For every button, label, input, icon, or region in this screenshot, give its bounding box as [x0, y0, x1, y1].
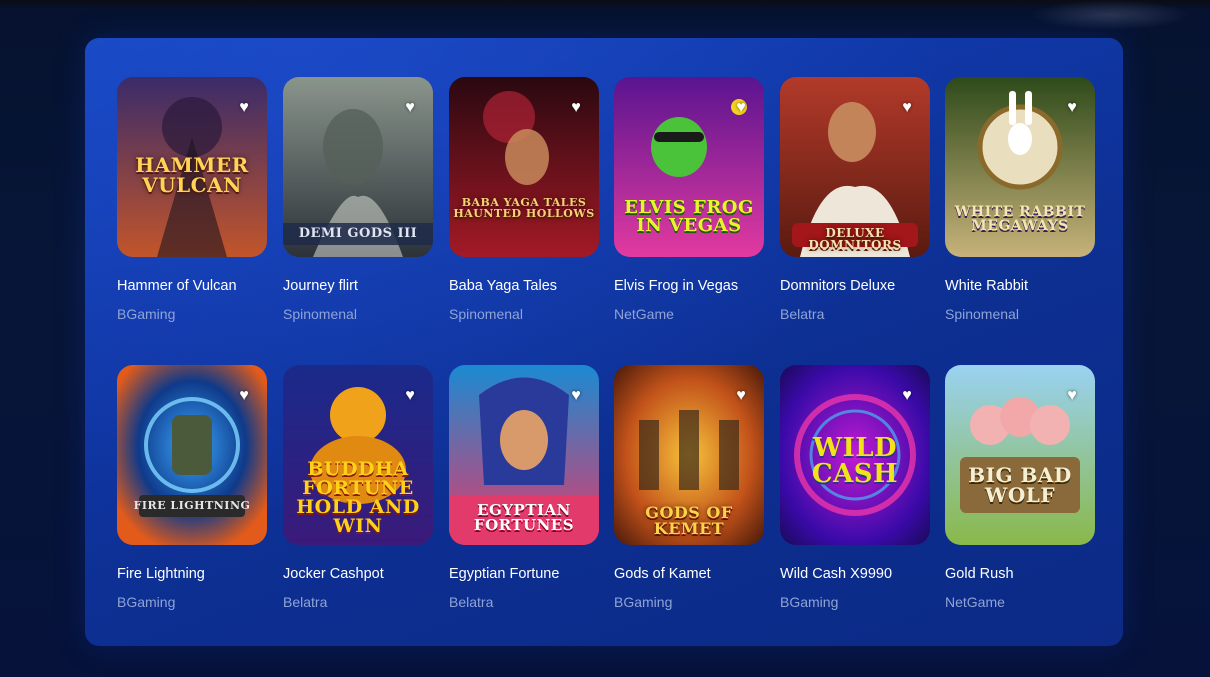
game-provider: BGaming — [780, 594, 839, 610]
game-provider: Spinomenal — [945, 306, 1019, 322]
heart-icon[interactable]: ♥ — [567, 387, 585, 405]
game-title[interactable]: Wild Cash X9990 — [780, 566, 950, 582]
game-title[interactable]: Hammer of Vulcan — [117, 278, 287, 294]
game-title[interactable]: Gold Rush — [945, 566, 1115, 582]
thumbnail-art-text: FIRE LIGHTNING — [133, 499, 251, 512]
thumbnail-art-text: HAMMER VULCAN — [135, 153, 249, 197]
thumbnail-art-text: ELVIS FROG IN VEGAS — [624, 197, 754, 236]
top-edge-shade — [0, 0, 1210, 10]
game-title[interactable]: Elvis Frog in Vegas — [614, 278, 784, 294]
heart-icon[interactable]: ♥ — [401, 99, 419, 117]
game-title[interactable]: Journey flirt — [283, 278, 453, 294]
heart-icon[interactable]: ♥ — [401, 387, 419, 405]
game-title[interactable]: Gods of Kamet — [614, 566, 784, 582]
game-provider: Spinomenal — [449, 306, 523, 322]
heart-icon[interactable]: ♥ — [898, 99, 916, 117]
heart-icon[interactable]: ♥ — [235, 387, 253, 405]
heart-icon[interactable]: ♥ — [1063, 387, 1081, 405]
heart-icon[interactable]: ♥ — [1063, 99, 1081, 117]
game-provider: Spinomenal — [283, 306, 357, 322]
thumbnail-art-text: BUDDHA FORTUNE HOLD AND WIN — [296, 458, 420, 537]
heart-icon[interactable]: ♥ — [898, 387, 916, 405]
game-title[interactable]: Jocker Cashpot — [283, 566, 453, 582]
game-title[interactable]: White Rabbit — [945, 278, 1115, 294]
thumbnail-art-text: EGYPTIAN FORTUNES — [473, 501, 575, 534]
game-title[interactable]: Egyptian Fortune — [449, 566, 619, 582]
heart-icon[interactable]: ♥ — [235, 99, 253, 117]
thumbnail-art-text: DEMI GODS III — [298, 226, 418, 241]
thumbnail-art-text: DELUXE DOMNITORS — [808, 226, 902, 252]
heart-icon[interactable]: ♥ — [732, 387, 750, 405]
thumbnail-art-text: WILD CASH — [811, 433, 899, 489]
game-title[interactable]: Fire Lightning — [117, 566, 287, 582]
thumbnail-art-text: GODS OF KEMET — [645, 503, 733, 538]
game-provider: NetGame — [945, 594, 1005, 610]
game-provider: BGaming — [117, 306, 176, 322]
game-provider: Belatra — [449, 594, 494, 610]
game-provider: Belatra — [283, 594, 328, 610]
thumbnail-art-text: BIG BAD WOLF — [968, 463, 1072, 507]
heart-icon[interactable]: ♥ — [567, 99, 585, 117]
top-glow-decoration — [1030, 0, 1190, 30]
games-panel: HAMMER VULCAN ♥ Hammer of Vulcan BGaming… — [85, 38, 1123, 646]
thumbnail-art-text: BABA YAGA TALES HAUNTED HOLLOWS — [453, 196, 595, 220]
game-provider: BGaming — [117, 594, 176, 610]
heart-icon[interactable]: ♥ — [732, 99, 750, 117]
game-provider: BGaming — [614, 594, 673, 610]
game-provider: NetGame — [614, 306, 674, 322]
thumbnail-art-text: WHITE RABBIT MEGAWAYS — [954, 204, 1086, 234]
game-provider: Belatra — [780, 306, 825, 322]
game-title[interactable]: Baba Yaga Tales — [449, 278, 619, 294]
game-title[interactable]: Domnitors Deluxe — [780, 278, 950, 294]
